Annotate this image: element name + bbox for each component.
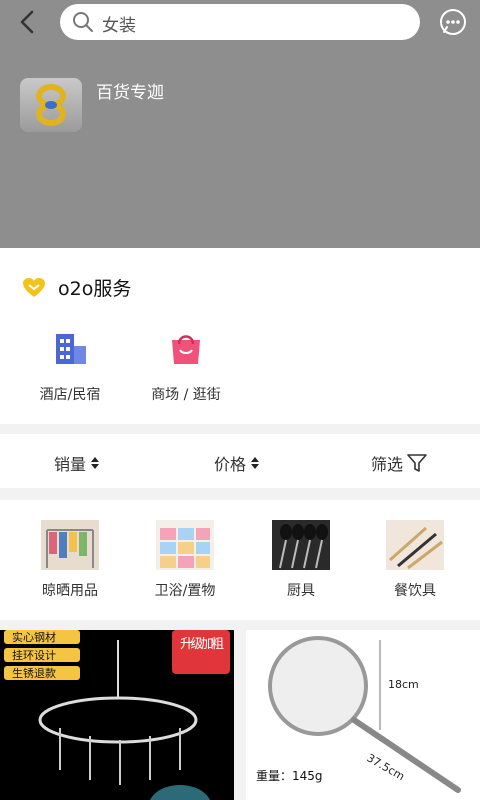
category-label: 餐饮具 [394,583,436,599]
product-weight: 重量：145g [256,769,323,783]
sort-bar: 销量 价格 筛选 [0,434,480,488]
category-item[interactable]: 卫浴/置物 [130,520,240,600]
search-text: 女装 [102,16,136,36]
shop-name[interactable]: 百货专迦 [96,78,164,103]
funnel-icon [407,454,427,472]
product-dimension: 18cm [388,678,419,691]
service-label: 商场 / 逛街 [151,387,221,403]
product-tag: 挂环设计 [12,648,56,662]
shop-logo[interactable] [20,78,82,132]
service-hotel[interactable]: 酒店/民宿 [10,328,130,404]
search-icon [73,12,93,32]
sort-price-label: 价格 [214,455,247,474]
chat-more-icon[interactable] [438,7,468,37]
product-tag: 实心钢材 [12,630,56,644]
filter-label: 筛选 [371,455,404,474]
filter-button[interactable]: 筛选 [371,451,427,475]
kitchen-utensils-thumbnail [272,520,330,570]
heart-icon [23,277,45,297]
service-label: 酒店/民宿 [39,387,101,403]
shop-logo-icon [36,84,66,126]
shopping-bag-icon [172,335,200,364]
o2o-title-row: o2o服务 [22,274,131,301]
drying-rack-thumbnail [41,520,99,570]
cutlery-thumbnail [386,520,444,570]
storage-boxes-thumbnail [156,520,214,570]
product-badge: 升级加粗 [180,637,224,652]
product-image-hanger: 实心钢材 挂环设计 生锈退款 升级加粗 [0,630,234,800]
o2o-service-card: o2o服务 酒店/民宿 商场 / 逛街 [0,248,480,424]
category-label: 厨具 [287,583,315,599]
shop-header: 女装 百货专迦 [0,0,480,248]
building-icon [56,334,86,364]
category-item[interactable]: 晾晒用品 [15,520,125,600]
service-mall[interactable]: 商场 / 逛街 [126,328,246,404]
category-item[interactable]: 厨具 [246,520,356,600]
o2o-title: o2o服务 [58,278,132,300]
product-tag: 生锈退款 [12,666,56,680]
sort-arrows-icon [251,457,260,469]
back-arrow-icon[interactable] [14,8,42,36]
category-label: 晾晒用品 [42,583,98,599]
product-card[interactable]: 实心钢材 挂环设计 生锈退款 升级加粗 [0,630,234,800]
product-image-strainer: 18cm 37.5cm 重量：145g [246,630,480,800]
sort-price[interactable]: 价格 [214,451,260,475]
category-row: 晾晒用品 卫浴/置物 厨具 餐饮具 [0,500,480,620]
sort-sales-label: 销量 [54,455,87,474]
sort-sales[interactable]: 销量 [54,451,100,475]
search-bar[interactable]: 女装 [60,4,420,40]
category-label: 卫浴/置物 [154,583,216,599]
category-item[interactable]: 餐饮具 [360,520,470,600]
product-card[interactable]: 18cm 37.5cm 重量：145g [246,630,480,800]
sort-arrows-icon [91,457,100,469]
